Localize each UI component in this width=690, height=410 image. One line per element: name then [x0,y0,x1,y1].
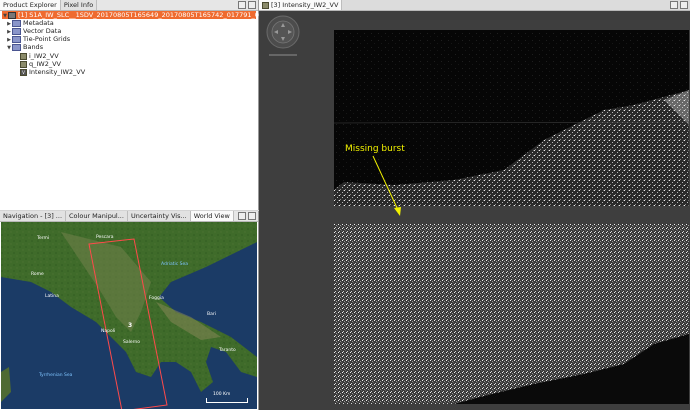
place-label: Latina [45,294,59,299]
sar-lower-graphic [334,224,689,404]
sar-image-lower-burst[interactable] [334,224,689,404]
panel-window-controls [238,211,258,221]
band-item-intensity[interactable]: V Intensity_IW2_VV [20,68,85,76]
band-icon [20,52,27,60]
place-label: Tyrrhenian Sea [39,373,73,378]
scale-label: 100 Km [213,392,231,397]
place-label: Foggia [149,296,164,301]
tree-item-label: Metadata [23,19,54,27]
tab-product-explorer[interactable]: Product Explorer [0,0,61,10]
tree-item-label: Bands [23,43,44,51]
pan-navigation-control[interactable] [265,14,301,50]
panel-window-controls [238,0,258,10]
place-label: Adriatic Sea [161,262,189,267]
tree-item-label: Tie-Point Grids [23,35,71,43]
place-label: Termi [37,236,50,241]
footprint-label: 3 [128,322,133,329]
tree-item-bands[interactable]: ▼ Bands [6,43,43,51]
image-view-window: [3] Intensity_IW2_VV Missing burst [259,0,690,410]
tab-pixel-info[interactable]: Pixel Info [60,0,98,10]
place-label: Taranto [219,348,236,353]
tree-item-tie-point-grids[interactable]: ▶ Tie-Point Grids [6,35,70,43]
product-name: [1] S1A_IW_SLC__1SDV_20170805T165649_201… [18,11,289,19]
tree-item-metadata[interactable]: ▶ Metadata [6,19,54,27]
place-label: Pescara [96,235,114,240]
minimize-icon[interactable] [238,212,246,220]
band-label: Intensity_IW2_VV [29,68,86,76]
maximize-icon[interactable] [248,1,256,9]
folder-icon [12,43,21,51]
band-icon [20,60,27,68]
product-icon [8,11,16,19]
zoom-slider[interactable] [269,54,297,56]
tab-uncertainty-visualisation[interactable]: Uncertainty Vis... [127,211,191,221]
band-label: i_IW2_VV [29,52,59,60]
place-label: Salerno [123,340,141,345]
navigation-panel: Navigation - [3] ... Colour Manipul... U… [0,211,259,410]
tab-navigation[interactable]: Navigation - [3] ... [0,211,67,221]
satellite-map-graphic [1,222,257,409]
annotation-arrow [372,155,401,216]
minimize-icon[interactable] [238,1,246,9]
virtual-band-icon: V [20,68,27,76]
image-tabbar: [3] Intensity_IW2_VV [259,0,690,11]
world-view-map[interactable]: Termi Pescara Adriatic Sea Rome Latina F… [1,222,257,409]
maximize-icon[interactable] [248,212,256,220]
maximize-icon[interactable] [680,1,688,9]
tree-item-vector-data[interactable]: ▶ Vector Data [6,27,61,35]
product-explorer-panel: Product Explorer Pixel Info ▼ [1] S1A_IW_… [0,0,289,210]
place-label: Rome [31,272,44,277]
place-label: Napoli [101,329,116,334]
tab-intensity-image[interactable]: [3] Intensity_IW2_VV [259,0,343,10]
product-tabbar: Product Explorer Pixel Info [0,0,258,11]
band-item-q[interactable]: q_IW2_VV [20,60,61,68]
image-icon [262,1,269,9]
window-controls [670,0,690,10]
tab-world-view[interactable]: World View [190,211,234,221]
band-label: q_IW2_VV [29,60,61,68]
minimize-icon[interactable] [670,1,678,9]
tree-item-label: Vector Data [23,27,62,35]
folder-icon [12,19,21,27]
nav-tabbar: Navigation - [3] ... Colour Manipul... U… [0,211,258,222]
folder-icon [12,35,21,43]
place-label: Bari [207,312,216,317]
band-item-i[interactable]: i_IW2_VV [20,52,59,60]
tree-product-item[interactable]: ▼ [1] S1A_IW_SLC__1SDV_20170805T165649_20… [2,11,289,19]
tab-colour-manipulation[interactable]: Colour Manipul... [66,211,128,221]
scale-bar [206,398,248,403]
folder-icon [12,27,21,35]
tab-label: [3] Intensity_IW2_VV [271,1,339,9]
